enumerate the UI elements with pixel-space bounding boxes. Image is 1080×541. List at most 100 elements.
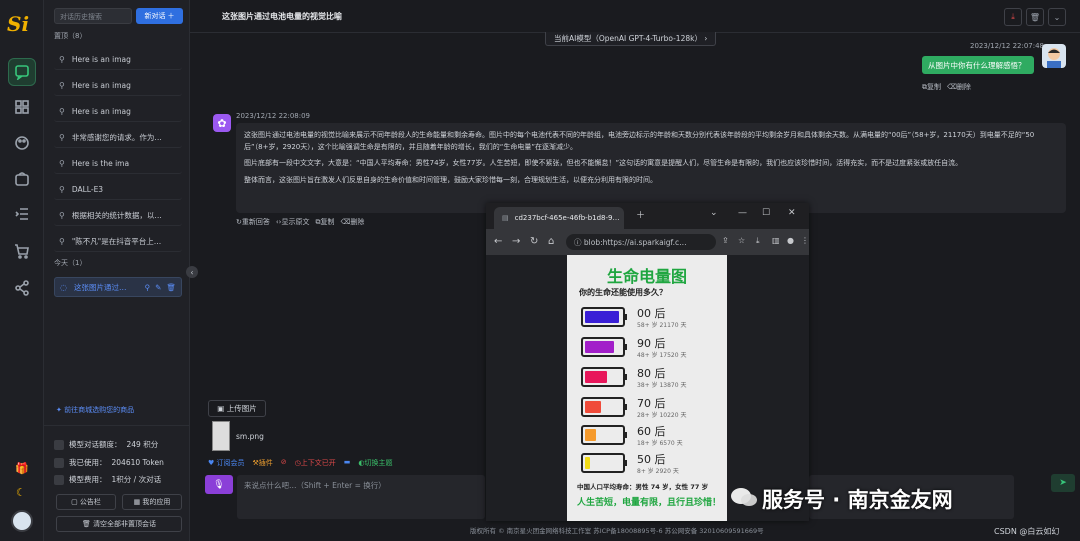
new-tab-icon[interactable]: ＋ (636, 208, 645, 221)
forward-icon[interactable]: → (512, 236, 520, 247)
more-button[interactable]: ⌄ (1048, 8, 1066, 26)
apps-nav-button[interactable] (8, 93, 36, 121)
menu-icon[interactable]: ⋮ (801, 236, 809, 245)
copy-button[interactable]: ⧉复制 (315, 217, 334, 227)
generation-label: 90 后 (637, 337, 666, 350)
pin-icon: ⚲ (59, 211, 65, 220)
message-input[interactable]: 来说点什么吧…（Shift + Enter = 换行） (237, 475, 485, 519)
regenerate-button[interactable]: ↻重新回答 (236, 217, 270, 227)
user-message-avatar (1042, 44, 1066, 68)
download-icon[interactable]: ⤓ (756, 236, 760, 246)
share-icon[interactable]: ⇪ (722, 236, 729, 245)
keyboard-icon[interactable]: ▬ (344, 458, 351, 468)
site-info-icon: ⓘ (574, 237, 584, 247)
battery-fill (585, 429, 596, 441)
chat-bubble-icon: ◌ (60, 282, 67, 292)
pin-icon: ⚲ (59, 107, 65, 116)
upload-label: 上传图片 (226, 404, 257, 413)
delete-button[interactable]: ⌫删除 (340, 217, 364, 227)
stat-label: 模型对话额度： (69, 440, 122, 449)
block-icon[interactable]: ⊘ (281, 458, 287, 468)
conversation-item[interactable]: ⚲ Here is the ima (54, 154, 182, 174)
pin-icon: ⚲ (59, 185, 65, 194)
composer-toolbar: ♥ 订阅会员 ⚒插件 ⊘ ◷上下文已开 ▬ ◐切换主题 (208, 458, 393, 468)
moon-icon[interactable]: ☾ (16, 486, 26, 499)
conversation-item[interactable]: ⚲ Here is an imag (54, 50, 182, 70)
generation-label: 80 后 (637, 367, 666, 380)
show-source-button[interactable]: ‹›显示原文 (276, 217, 310, 227)
openai-logo-icon: ✿ (217, 116, 227, 130)
vip-button[interactable]: ♥ 订阅会员 (208, 458, 245, 468)
conversation-label: DALL-E3 (71, 185, 104, 194)
token-icon (54, 457, 64, 468)
mall-link[interactable]: ✦ 前往商城选购您的商品 (56, 405, 134, 415)
reload-icon[interactable]: ↻ (530, 236, 538, 247)
tab-list-icon[interactable]: ⌄ (710, 208, 718, 218)
model-selector[interactable]: 当前AI模型（OpenAI GPT-4-Turbo-128k） › (545, 32, 717, 46)
conversation-item[interactable]: ⚲ Here is an imag (54, 102, 182, 122)
share-nav-button[interactable] (8, 274, 36, 302)
browser-popup-window[interactable]: ▤ cd237bcf-465e-46fb-b1d8-9… ✕ ＋ ⌄ — ☐ ✕… (486, 203, 809, 521)
conversation-item-active[interactable]: ◌ 这张图片通过… ⚲ ✎ 🗑 (54, 277, 182, 297)
life-battery-poster: 生命电量图 你的生命还能使用多久？ 00 后 58+ 岁 21170 天 90 … (567, 255, 727, 521)
home-icon[interactable]: ⌂ (548, 236, 554, 247)
user-avatar[interactable] (11, 510, 33, 532)
history-search-input[interactable]: 对话历史搜索 (54, 8, 132, 24)
trash-icon[interactable]: 🗑 (166, 283, 176, 292)
chat-icon (15, 65, 29, 80)
chat-title: 这张图片通过电池电量的视觉比喻 (222, 12, 342, 21)
collapse-sidebar-button[interactable]: ‹ (186, 266, 198, 278)
gift-icon[interactable]: 🎁 (15, 462, 29, 475)
profile-icon[interactable]: ● (787, 236, 794, 245)
delete-chat-button[interactable]: 🗑 (1026, 8, 1044, 26)
paint-nav-button[interactable] (8, 129, 36, 157)
list-nav-button[interactable] (8, 200, 36, 228)
csdn-watermark: CSDN @白云如幻 (994, 527, 1060, 536)
conversation-item[interactable]: ⚲ "陈不凡"是在抖音平台上… (54, 232, 182, 252)
close-window-icon[interactable]: ✕ (788, 208, 796, 218)
back-icon[interactable]: ← (494, 236, 502, 247)
my-apps-button[interactable]: ▦ 我的应用 (122, 494, 182, 510)
bag-nav-button[interactable] (8, 165, 36, 193)
pin-icon[interactable]: ⚲ (145, 283, 151, 292)
list-indent-icon (15, 208, 28, 220)
send-button[interactable]: ➤ (1051, 474, 1075, 492)
edit-icon[interactable]: ✎ (155, 283, 161, 292)
battery-fill (585, 311, 620, 323)
clear-conversations-button[interactable]: 🗑 清空全部非置顶会话 (56, 516, 182, 532)
generation-label: 70 后 (637, 397, 666, 410)
conversation-item[interactable]: ⚲ DALL-E3 (54, 180, 182, 200)
app-logo[interactable]: Si (7, 12, 37, 36)
url-text: blob:https://ai.sparkaigf.c… (583, 237, 687, 247)
battery-50 (581, 453, 627, 473)
delete-button[interactable]: ⌫删除 (947, 82, 971, 92)
url-field[interactable]: ⓘ blob:https://ai.sparkaigf.c… (566, 234, 716, 250)
conversation-item[interactable]: ⚲ 根据相关的统计数据，以… (54, 206, 182, 226)
conversation-item[interactable]: ⚲ 非常感谢您的请求。作为… (54, 128, 182, 148)
context-button[interactable]: ◷上下文已开 (295, 458, 336, 468)
voice-input-button[interactable]: 🎙 (205, 475, 233, 494)
cart-nav-button[interactable] (8, 237, 36, 265)
copy-button[interactable]: ⧉复制 (922, 82, 941, 92)
generation-label: 50 后 (637, 453, 666, 466)
export-button[interactable]: ⤓ (1004, 8, 1022, 26)
stat-label: 我已使用： (69, 458, 107, 467)
microphone-icon: 🎙 (213, 479, 225, 490)
minimize-icon[interactable]: — (738, 208, 747, 218)
notice-button[interactable]: ▢ 公告栏 (56, 494, 116, 510)
browser-tab[interactable]: ▤ cd237bcf-465e-46fb-b1d8-9… ✕ (494, 207, 624, 229)
conversation-item[interactable]: ⚲ Here is an imag (54, 76, 182, 96)
maximize-icon[interactable]: ☐ (762, 208, 770, 218)
show-source-label: 显示原文 (281, 218, 310, 226)
attachment-thumbnail[interactable] (212, 421, 230, 451)
theme-button[interactable]: ◐切换主题 (358, 458, 392, 468)
chat-nav-button[interactable] (8, 58, 36, 86)
new-chat-button[interactable]: 新对话＋ (136, 8, 183, 24)
sidepanel-icon[interactable]: ▥ (772, 236, 780, 245)
stat-value: 204610 Token (111, 458, 164, 467)
bookmark-icon[interactable]: ☆ (738, 236, 745, 245)
notice-label: 公告栏 (79, 498, 101, 506)
upload-image-button[interactable]: ▣ 上传图片 (208, 400, 266, 417)
notice-icon: ▢ (71, 498, 80, 506)
plugin-button[interactable]: ⚒插件 (253, 458, 273, 468)
